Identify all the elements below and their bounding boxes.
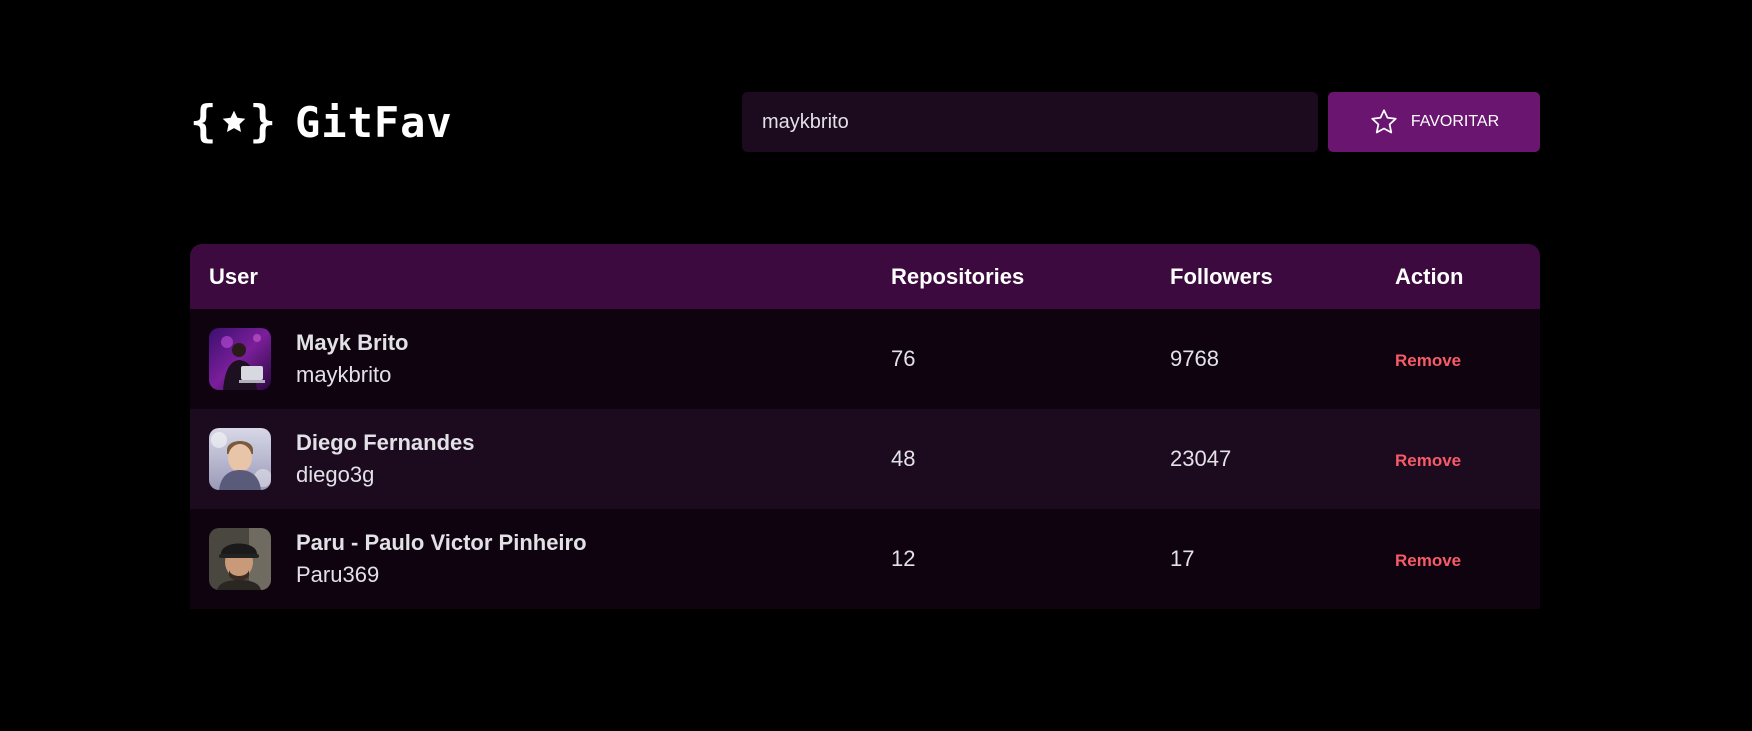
logo-brace-right: } [249, 96, 277, 147]
remove-button[interactable]: Remove [1395, 351, 1461, 371]
user-info: Diego Fernandes diego3g [296, 430, 474, 488]
avatar[interactable] [209, 328, 271, 390]
remove-button[interactable]: Remove [1395, 551, 1461, 571]
followers-count: 9768 [1170, 346, 1219, 371]
user-name: Paru - Paulo Victor Pinheiro [296, 530, 587, 555]
search-bar: FAVORITAR [742, 92, 1540, 152]
followers-count: 17 [1170, 546, 1195, 571]
user-cell: Diego Fernandes diego3g [209, 428, 848, 490]
user-login: Paru369 [296, 562, 380, 587]
column-header-action: Action [1395, 263, 1464, 289]
star-icon [222, 110, 245, 133]
followers-count: 23047 [1170, 446, 1232, 471]
logo-text: GitFav [295, 97, 453, 147]
avatar[interactable] [209, 528, 271, 590]
user-name: Mayk Brito [296, 330, 409, 355]
user-info: Paru - Paulo Victor Pinheiro Paru369 [296, 530, 587, 588]
user-info: Mayk Brito maykbrito [296, 330, 408, 388]
favorite-button-label: FAVORITAR [1410, 113, 1500, 130]
repositories-count: 48 [891, 446, 916, 471]
star-outline-icon [1371, 109, 1397, 134]
remove-button[interactable]: Remove [1395, 451, 1461, 471]
repositories-count: 76 [891, 346, 916, 371]
table-row: Diego Fernandes diego3g 48 23047 Remove [190, 409, 1540, 509]
avatar[interactable] [209, 428, 271, 490]
table-header-row: User Repositories Followers Action [190, 244, 1540, 309]
table-row: Mayk Brito maykbrito 76 9768 Remove [190, 309, 1540, 409]
table-row: Paru - Paulo Victor Pinheiro Paru369 12 … [190, 509, 1540, 609]
header: { } GitFav FAVORITAR [190, 92, 1540, 152]
search-input[interactable] [742, 92, 1318, 152]
user-login: maykbrito [296, 362, 392, 387]
favorites-table: User Repositories Followers Action Mayk … [190, 244, 1540, 609]
logo-brace-left: { [190, 96, 218, 147]
column-header-followers: Followers [1170, 263, 1273, 289]
column-header-repositories: Repositories [891, 263, 1025, 289]
user-login: diego3g [296, 462, 375, 487]
repositories-count: 12 [891, 546, 916, 571]
user-cell: Mayk Brito maykbrito [209, 328, 848, 390]
logo: { } GitFav [190, 98, 453, 147]
column-header-user: User [209, 263, 258, 289]
user-name: Diego Fernandes [296, 430, 475, 455]
app: { } GitFav FAVORITAR User Repositories [190, 92, 1540, 609]
user-cell: Paru - Paulo Victor Pinheiro Paru369 [209, 528, 848, 590]
favorite-button[interactable]: FAVORITAR [1328, 92, 1540, 152]
